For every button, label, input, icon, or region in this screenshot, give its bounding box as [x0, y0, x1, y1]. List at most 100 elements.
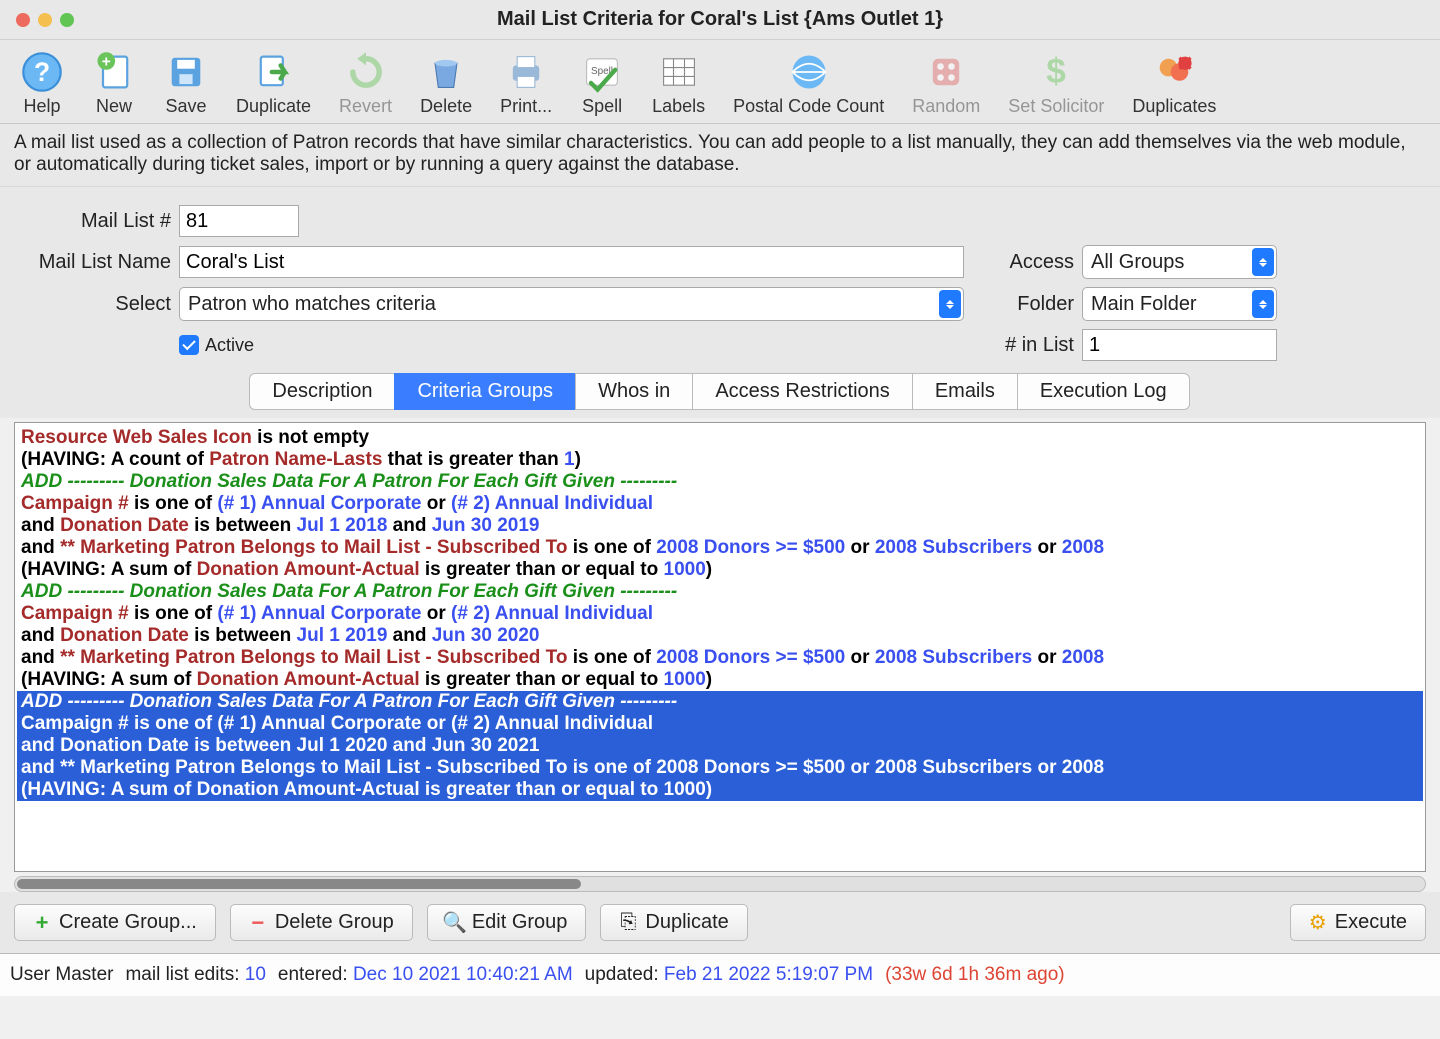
toolbar-save-button[interactable]: Save	[154, 48, 218, 119]
active-checkbox[interactable]	[179, 335, 199, 355]
page-description: A mail list used as a collection of Patr…	[0, 124, 1440, 187]
tab-execution-log[interactable]: Execution Log	[1017, 373, 1190, 410]
criteria-line[interactable]: and Donation Date is between Jul 1 2019 …	[17, 625, 1423, 647]
toolbar-duplicate-button[interactable]: Duplicate	[226, 48, 321, 119]
toolbar-duplicate-label: Duplicate	[236, 96, 311, 117]
tab-access-restrictions[interactable]: Access Restrictions	[692, 373, 913, 410]
status-edits-label: mail list edits:	[125, 964, 239, 985]
create-group-button[interactable]: + Create Group...	[14, 904, 216, 941]
active-label: Active	[205, 335, 254, 356]
minimize-window-button[interactable]	[38, 13, 52, 27]
criteria-line[interactable]: and ** Marketing Patron Belongs to Mail …	[17, 537, 1423, 559]
folder-value: Main Folder	[1091, 293, 1197, 316]
save-icon	[164, 50, 208, 94]
gear-icon: ⚙	[1309, 914, 1327, 932]
toolbar-save-label: Save	[165, 96, 206, 117]
status-bar: User Master mail list edits: 10 entered:…	[0, 953, 1440, 996]
setsolicitor-icon: $	[1034, 50, 1078, 94]
toolbar-postal-button[interactable]: Postal Code Count	[723, 48, 894, 119]
plus-icon: +	[33, 914, 51, 932]
access-value: All Groups	[1091, 251, 1184, 274]
criteria-line[interactable]: ADD --------- Donation Sales Data For A …	[17, 691, 1423, 713]
close-window-button[interactable]	[16, 13, 30, 27]
toolbar-random-label: Random	[912, 96, 980, 117]
status-entered-label: entered:	[278, 964, 348, 985]
criteria-line[interactable]: and ** Marketing Patron Belongs to Mail …	[17, 647, 1423, 669]
tab-emails[interactable]: Emails	[912, 373, 1018, 410]
toolbar-new-label: New	[96, 96, 132, 117]
access-label: Access	[994, 251, 1074, 274]
toolbar-spell-button[interactable]: SpellSpell	[570, 48, 634, 119]
criteria-listbox[interactable]: Resource Web Sales Icon is not empty(HAV…	[14, 422, 1426, 872]
criteria-line[interactable]: Campaign # is one of (# 1) Annual Corpor…	[17, 493, 1423, 515]
group-button-bar: + Create Group... − Delete Group 🔍 Edit …	[0, 892, 1440, 953]
criteria-line[interactable]: Campaign # is one of (# 1) Annual Corpor…	[17, 713, 1423, 735]
svg-text:$: $	[1047, 52, 1067, 91]
criteria-line[interactable]: (HAVING: A sum of Donation Amount-Actual…	[17, 779, 1423, 801]
execute-button[interactable]: ⚙ Execute	[1290, 904, 1426, 941]
horizontal-scrollbar[interactable]	[14, 876, 1426, 892]
status-edits-val: 10	[245, 964, 266, 985]
folder-select[interactable]: Main Folder	[1082, 287, 1277, 321]
toolbar-print-button[interactable]: Print...	[490, 48, 562, 119]
select-criteria-value: Patron who matches criteria	[188, 293, 436, 316]
toolbar-new-button[interactable]: + New	[82, 48, 146, 119]
toolbar-revert-label: Revert	[339, 96, 392, 117]
toolbar-revert-button: Revert	[329, 48, 402, 119]
window-controls	[16, 13, 74, 27]
status-ago: (33w 6d 1h 36m ago)	[885, 964, 1065, 986]
status-updated-label: updated:	[585, 964, 659, 985]
maximize-window-button[interactable]	[60, 13, 74, 27]
toolbar-help-button[interactable]: ?Help	[10, 48, 74, 119]
duplicates-icon	[1152, 50, 1196, 94]
status-user: User Master	[10, 964, 113, 986]
criteria-line[interactable]: ADD --------- Donation Sales Data For A …	[17, 581, 1423, 603]
mail-list-num-label: Mail List #	[14, 210, 179, 233]
toolbar-print-label: Print...	[500, 96, 552, 117]
folder-label: Folder	[994, 293, 1074, 316]
inlist-input[interactable]	[1082, 329, 1277, 361]
toolbar-postal-label: Postal Code Count	[733, 96, 884, 117]
tab-whos-in[interactable]: Whos in	[575, 373, 693, 410]
mail-list-num-input[interactable]	[179, 205, 299, 237]
duplicate-group-button[interactable]: ⎘ Duplicate	[600, 904, 747, 941]
toolbar-setsolicitor-label: Set Solicitor	[1008, 96, 1104, 117]
criteria-line[interactable]: Campaign # is one of (# 1) Annual Corpor…	[17, 603, 1423, 625]
criteria-line[interactable]: ADD --------- Donation Sales Data For A …	[17, 471, 1423, 493]
edit-group-button[interactable]: 🔍 Edit Group	[427, 904, 587, 941]
chevron-updown-icon	[939, 290, 961, 318]
magnifier-icon: 🔍	[446, 914, 464, 932]
toolbar-setsolicitor-button: $ Set Solicitor	[998, 48, 1114, 119]
criteria-line[interactable]: and Donation Date is between Jul 1 2018 …	[17, 515, 1423, 537]
status-entered-val: Dec 10 2021 10:40:21 AM	[353, 964, 573, 985]
duplicate-icon	[252, 50, 296, 94]
mail-list-name-input[interactable]	[179, 246, 964, 278]
title-bar: Mail List Criteria for Coral's List {Ams…	[0, 0, 1440, 40]
svg-text:+: +	[102, 54, 111, 71]
criteria-line[interactable]: (HAVING: A count of Patron Name-Lasts th…	[17, 449, 1423, 471]
toolbar-delete-button[interactable]: Delete	[410, 48, 482, 119]
toolbar-random-button: Random	[902, 48, 990, 119]
criteria-line[interactable]: and Donation Date is between Jul 1 2020 …	[17, 735, 1423, 757]
random-icon	[924, 50, 968, 94]
toolbar-labels-button[interactable]: Labels	[642, 48, 715, 119]
new-icon: +	[92, 50, 136, 94]
select-label: Select	[14, 293, 179, 316]
tab-criteria-groups[interactable]: Criteria Groups	[394, 373, 576, 410]
criteria-line[interactable]: and ** Marketing Patron Belongs to Mail …	[17, 757, 1423, 779]
inlist-label: # in List	[994, 334, 1074, 357]
toolbar-duplicates-button[interactable]: Duplicates	[1122, 48, 1226, 119]
criteria-line[interactable]: Resource Web Sales Icon is not empty	[17, 427, 1423, 449]
revert-icon	[344, 50, 388, 94]
delete-icon	[424, 50, 468, 94]
access-select[interactable]: All Groups	[1082, 245, 1277, 279]
criteria-line[interactable]: (HAVING: A sum of Donation Amount-Actual…	[17, 559, 1423, 581]
tab-description[interactable]: Description	[249, 373, 395, 410]
criteria-line[interactable]: (HAVING: A sum of Donation Amount-Actual…	[17, 669, 1423, 691]
mail-list-name-label: Mail List Name	[14, 251, 179, 274]
toolbar-delete-label: Delete	[420, 96, 472, 117]
delete-group-button[interactable]: − Delete Group	[230, 904, 413, 941]
labels-icon	[657, 50, 701, 94]
select-criteria-select[interactable]: Patron who matches criteria	[179, 287, 964, 321]
status-updated-val: Feb 21 2022 5:19:07 PM	[664, 964, 873, 985]
